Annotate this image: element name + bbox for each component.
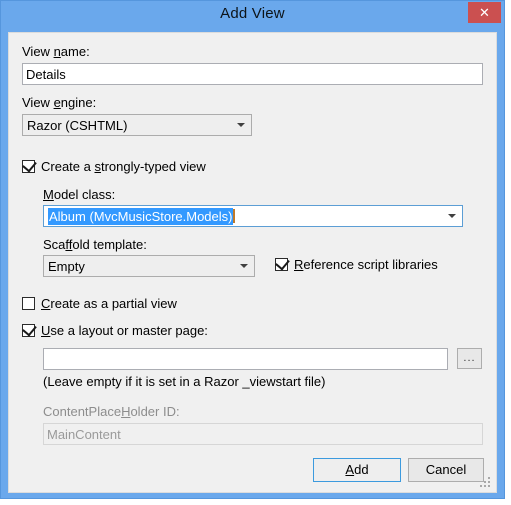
dialog-title: Add View: [220, 5, 285, 22]
cancel-button[interactable]: Cancel: [408, 458, 484, 482]
close-icon[interactable]: ✕: [468, 2, 501, 23]
check-icon: [275, 255, 290, 271]
checkbox-icon: [275, 255, 290, 271]
checkbox-icon: [22, 321, 37, 337]
content-placeholder-label: ContentPlaceHolder ID:: [43, 404, 180, 419]
add-button[interactable]: Add: [313, 458, 401, 482]
window-edge-bottom: [4, 499, 511, 505]
view-engine-select[interactable]: Razor (CSHTML): [22, 114, 252, 136]
checkbox-icon: [22, 157, 37, 173]
use-layout-label: Use a layout or master page:: [41, 323, 208, 338]
chevron-down-icon: [448, 214, 456, 218]
view-name-input[interactable]: Details: [22, 63, 483, 85]
model-class-select[interactable]: Album (MvcMusicStore.Models): [43, 205, 463, 227]
browse-button[interactable]: ...: [457, 348, 482, 369]
view-name-label: View name:: [22, 44, 90, 59]
view-engine-value: Razor (CSHTML): [27, 118, 128, 133]
title-bar[interactable]: Add View ✕: [1, 1, 504, 29]
view-engine-label: View engine:: [22, 95, 97, 110]
model-class-label: Model class:: [43, 187, 116, 202]
layout-hint-text: (Leave empty if it is set in a Razor _vi…: [43, 374, 326, 389]
scaffold-template-value: Empty: [48, 259, 85, 274]
check-icon: [22, 157, 37, 173]
chevron-down-icon: [237, 123, 245, 127]
window-edge-right: [505, 4, 511, 505]
resize-grip-icon[interactable]: [479, 476, 492, 489]
scaffold-template-select[interactable]: Empty: [43, 255, 255, 277]
check-icon: [22, 321, 37, 337]
scaffold-template-label: Scaffold template:: [43, 237, 147, 252]
chevron-down-icon: [240, 264, 248, 268]
reference-scripts-label: Reference script libraries: [294, 257, 438, 272]
strongly-typed-label: Create a strongly-typed view: [41, 159, 206, 174]
text-caret: [232, 209, 235, 223]
add-view-dialog: Add View ✕ View name: Details View engin…: [0, 0, 505, 499]
checkbox-icon: [22, 297, 35, 310]
dialog-client-area: View name: Details View engine: Razor (C…: [8, 32, 497, 493]
partial-view-label: Create as a partial view: [41, 296, 177, 311]
content-placeholder-input: MainContent: [43, 423, 483, 445]
layout-path-input[interactable]: [43, 348, 448, 370]
model-class-value: Album (MvcMusicStore.Models): [48, 208, 235, 225]
